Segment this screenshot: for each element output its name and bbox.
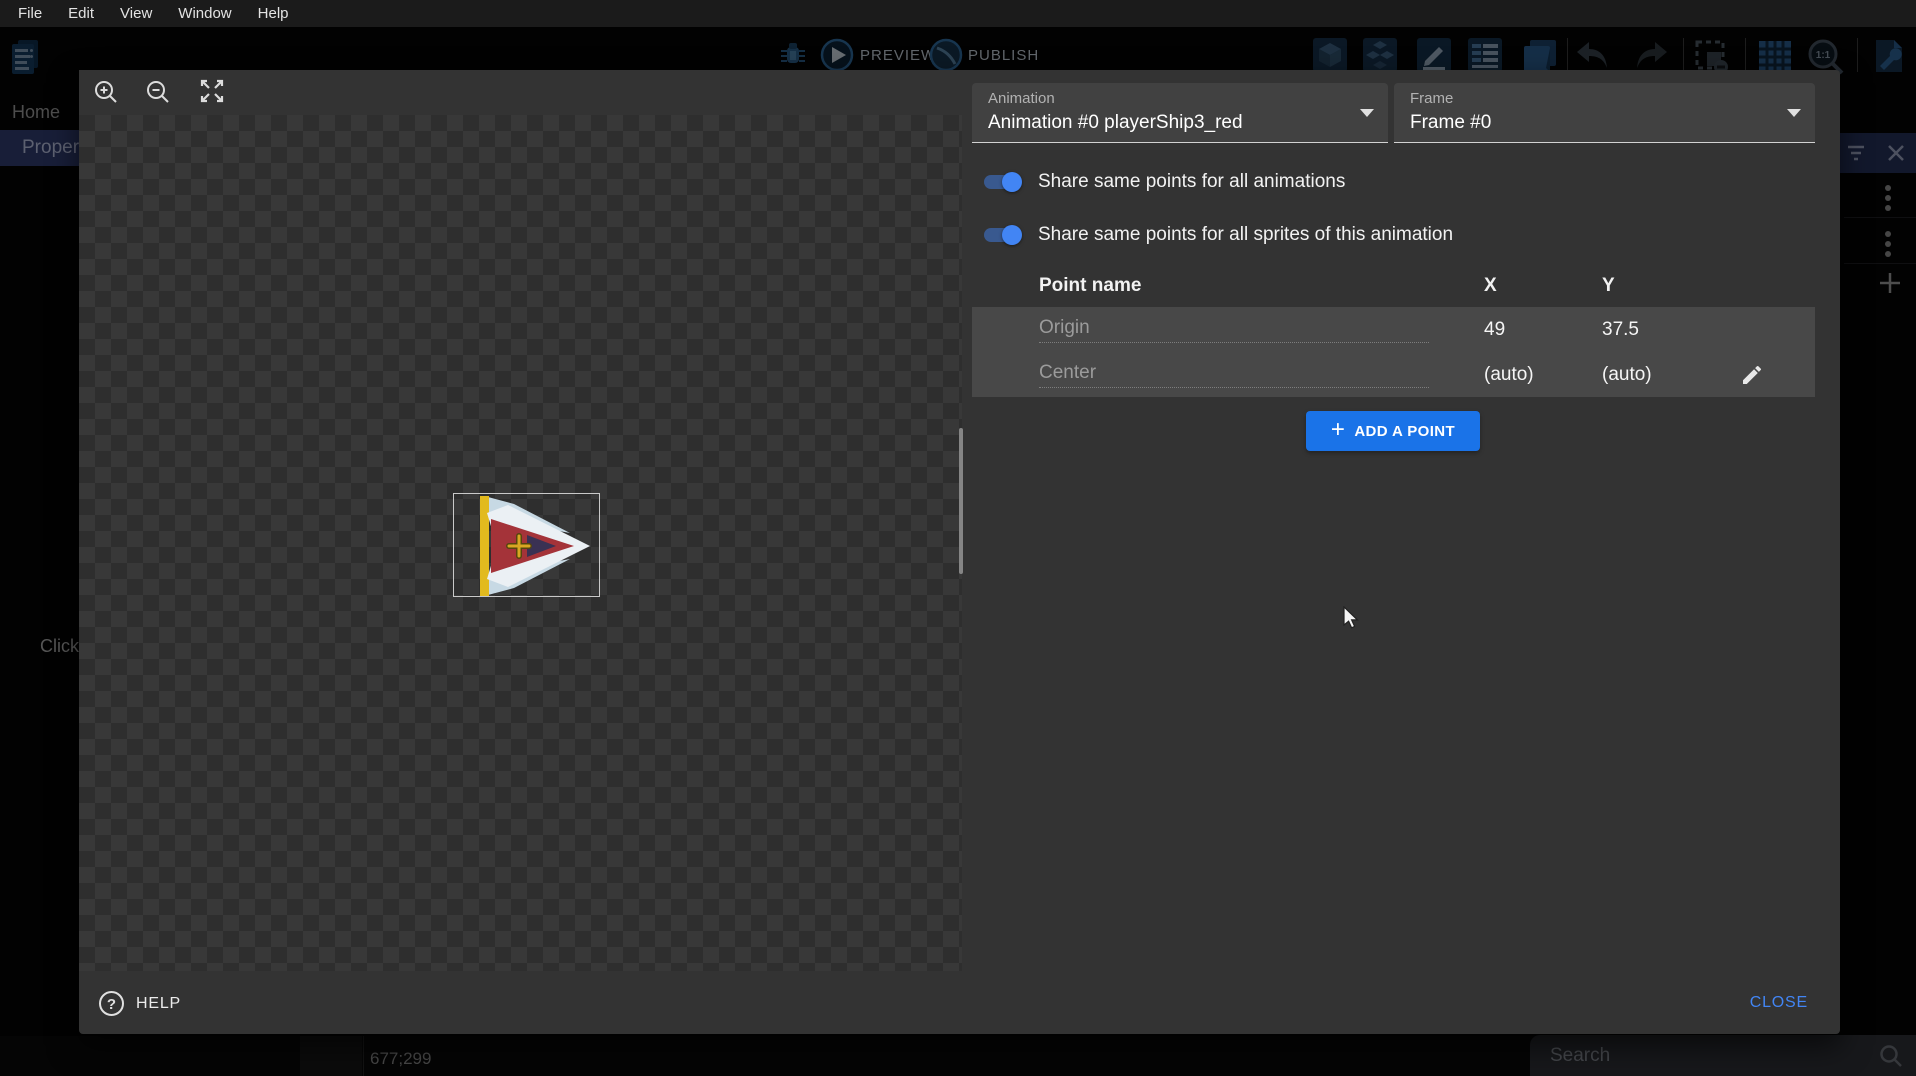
player-ship-sprite: [454, 494, 601, 598]
share-points-sprites-toggle[interactable]: [980, 224, 1022, 246]
menu-help[interactable]: Help: [245, 5, 302, 22]
help-label: HELP: [136, 995, 181, 1013]
origin-y-field[interactable]: 37.5: [1602, 319, 1712, 341]
fit-to-view-icon[interactable]: [198, 77, 226, 105]
share-points-animations-row: Share same points for all animations: [980, 167, 1345, 197]
center-name-field: Center: [1039, 362, 1429, 388]
points-table-body: Origin 49 37.5 Center (auto) (auto): [972, 307, 1815, 397]
menu-view[interactable]: View: [107, 5, 165, 22]
table-row-center: Center (auto) (auto): [972, 352, 1815, 397]
animation-select-value: Animation #0 playerShip3_red: [988, 112, 1243, 134]
help-icon: ?: [98, 990, 125, 1017]
center-y-field[interactable]: (auto): [1602, 364, 1712, 386]
pencil-icon: [1740, 363, 1764, 387]
chevron-down-icon: [1787, 109, 1801, 117]
menu-window[interactable]: Window: [165, 5, 244, 22]
animation-select[interactable]: Animation Animation #0 playerShip3_red: [972, 83, 1388, 143]
center-x-field[interactable]: (auto): [1484, 364, 1602, 386]
menu-file[interactable]: File: [5, 5, 55, 22]
frame-select-value: Frame #0: [1410, 112, 1491, 134]
menu-edit[interactable]: Edit: [55, 5, 107, 22]
add-a-point-button[interactable]: + ADD A POINT: [1306, 411, 1480, 451]
help-button[interactable]: ? HELP: [98, 990, 181, 1017]
header-y: Y: [1602, 275, 1712, 297]
zoom-out-icon[interactable]: [144, 78, 172, 106]
origin-name-field: Origin: [1039, 317, 1429, 343]
table-row-origin: Origin 49 37.5: [972, 307, 1815, 352]
points-panel: Animation Animation #0 playerShip3_red F…: [972, 70, 1815, 971]
close-button[interactable]: CLOSE: [1750, 994, 1808, 1012]
frame-select-label: Frame: [1410, 90, 1453, 107]
edit-points-dialog: Animation Animation #0 playerShip3_red F…: [79, 70, 1840, 1034]
animation-select-label: Animation: [988, 90, 1055, 107]
canvas-toolbar: [79, 70, 962, 115]
svg-text:?: ?: [107, 996, 116, 1013]
points-table-header: Point name X Y: [972, 270, 1815, 302]
share-points-sprites-row: Share same points for all sprites of thi…: [980, 220, 1453, 250]
add-a-point-label: ADD A POINT: [1354, 423, 1455, 440]
plus-icon: +: [1331, 418, 1345, 442]
header-point-name: Point name: [1039, 275, 1484, 297]
toggle-label: Share same points for all sprites of thi…: [1038, 224, 1453, 246]
canvas-scrollbar-thumb[interactable]: [959, 428, 963, 574]
toggle-label: Share same points for all animations: [1038, 171, 1345, 193]
frame-select[interactable]: Frame Frame #0: [1394, 83, 1815, 143]
header-x: X: [1484, 275, 1602, 297]
zoom-in-icon[interactable]: [92, 78, 120, 106]
share-points-animations-toggle[interactable]: [980, 171, 1022, 193]
app-window: { "menubar": { "items": ["File", "Edit",…: [0, 0, 1916, 1076]
sprite-frame-image: [453, 493, 600, 597]
chevron-down-icon: [1360, 109, 1374, 117]
edit-center-point-button[interactable]: [1738, 361, 1766, 389]
menu-bar: File Edit View Window Help: [0, 0, 1916, 27]
origin-x-field[interactable]: 49: [1484, 319, 1602, 341]
sprite-canvas[interactable]: [79, 115, 962, 971]
